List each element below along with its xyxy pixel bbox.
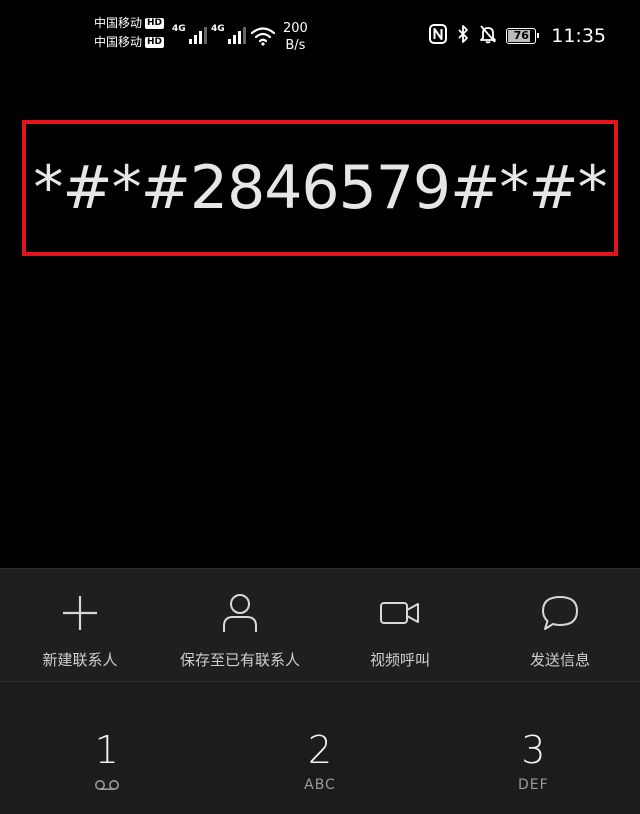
carrier-2: 中国移动 HD — [94, 35, 165, 50]
bell-off-icon — [479, 24, 497, 48]
new-contact-label: 新建联系人 — [42, 651, 118, 669]
key-1[interactable]: 1 — [0, 682, 213, 814]
hd-badge: HD — [145, 18, 165, 29]
network-speed: 200 B/s — [283, 20, 308, 54]
network-type: 4G — [172, 24, 186, 34]
carrier-name: 中国移动 — [94, 16, 143, 30]
save-to-existing-contact-button[interactable]: 保存至已有联系人 — [160, 569, 320, 681]
cell-signal-icon: 4G — [211, 24, 246, 44]
clock: 11:35 — [551, 25, 606, 47]
key-letters: ABC — [304, 777, 336, 793]
key-2[interactable]: 2 ABC — [213, 682, 426, 814]
dialer-action-bar: 新建联系人 保存至已有联系人 视频呼叫 发送信息 — [0, 568, 640, 682]
send-message-button[interactable]: 发送信息 — [480, 569, 640, 681]
nfc-icon — [429, 24, 448, 48]
key-letters: DEF — [517, 777, 549, 793]
video-call-label: 视频呼叫 — [369, 651, 430, 669]
new-contact-button[interactable]: 新建联系人 — [0, 569, 160, 681]
cell-signal-icon: 4G — [172, 24, 207, 44]
key-3[interactable]: 3 DEF — [427, 682, 640, 814]
status-bar: 中国移动 HD 中国移动 HD 4G 4G 200 B/s 76 11:35 — [0, 0, 640, 70]
bluetooth-icon — [456, 24, 470, 48]
person-icon — [220, 591, 260, 635]
network-speed-value: 200 — [283, 21, 308, 36]
key-digit: 3 — [521, 728, 546, 772]
battery-icon: 76 — [506, 28, 540, 44]
dial-keypad: 1 2 ABC 3 DEF — [0, 682, 640, 814]
highlight-box: *#*#2846579#*#* — [22, 120, 618, 256]
network-type: 4G — [211, 24, 225, 34]
plus-icon — [60, 591, 100, 635]
video-call-button[interactable]: 视频呼叫 — [320, 569, 480, 681]
key-digit: 1 — [94, 728, 119, 772]
carrier-1: 中国移动 HD — [94, 16, 165, 31]
message-bubble-icon — [540, 591, 580, 635]
voicemail-icon — [94, 776, 120, 794]
send-message-label: 发送信息 — [529, 651, 590, 669]
dialed-number[interactable]: *#*#2846579#*#* — [26, 152, 614, 224]
video-camera-icon — [379, 591, 421, 635]
carrier-list: 中国移动 HD 中国移动 HD — [94, 16, 165, 50]
status-icons: 76 11:35 — [429, 24, 606, 48]
key-digit: 2 — [307, 728, 333, 772]
carrier-name: 中国移动 — [94, 35, 143, 49]
battery-level: 76 — [513, 29, 529, 42]
wifi-icon — [250, 26, 276, 50]
hd-badge: HD — [145, 37, 165, 48]
network-speed-unit: B/s — [285, 38, 306, 53]
save-to-existing-contact-label: 保存至已有联系人 — [179, 651, 300, 669]
